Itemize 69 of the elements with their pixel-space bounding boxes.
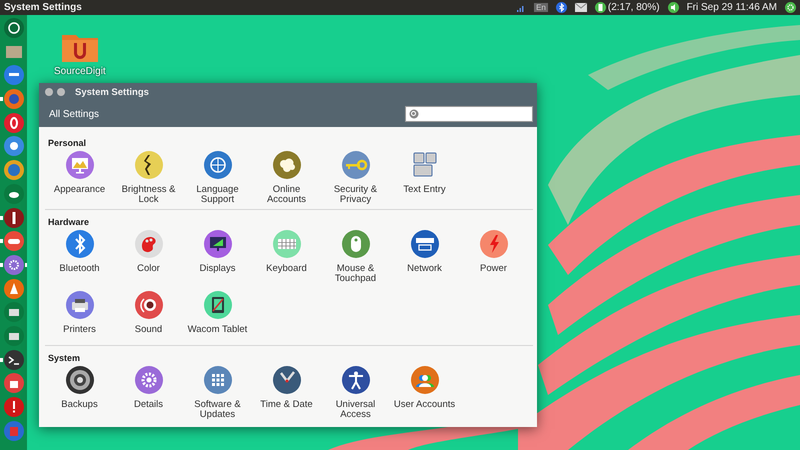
settings-item[interactable]: Security & Privacy bbox=[321, 151, 390, 205]
settings-item[interactable]: Wacom Tablet bbox=[183, 291, 252, 341]
battery-icon[interactable] bbox=[594, 2, 606, 13]
section-heading: Hardware bbox=[48, 217, 90, 227]
grid-icon bbox=[204, 366, 232, 394]
clock[interactable]: Fri Sep 29 11:46 AM bbox=[686, 2, 777, 13]
settings-item[interactable]: Color bbox=[114, 230, 183, 284]
section-heading: Personal bbox=[48, 138, 86, 148]
keycaps-icon bbox=[410, 151, 438, 179]
cloud-icon bbox=[272, 151, 300, 179]
settings-item[interactable]: Universal Access bbox=[321, 366, 390, 420]
disc-icon bbox=[66, 366, 94, 394]
gear-icon[interactable] bbox=[4, 254, 24, 275]
app-title: System Settings bbox=[4, 2, 83, 13]
search-icon bbox=[409, 109, 419, 119]
globe-icon bbox=[204, 151, 232, 179]
power-icon[interactable] bbox=[785, 2, 796, 13]
keyboard-layout[interactable]: En bbox=[534, 3, 548, 12]
people-icon bbox=[410, 366, 438, 394]
volume-icon[interactable] bbox=[668, 2, 679, 13]
key-icon bbox=[342, 151, 370, 179]
mail-icon[interactable] bbox=[574, 3, 587, 12]
crack-icon bbox=[134, 151, 162, 179]
drive-icon[interactable] bbox=[4, 326, 24, 346]
network-icon bbox=[410, 230, 438, 258]
settings-item[interactable]: Bluetooth bbox=[45, 230, 114, 284]
search-field[interactable] bbox=[405, 106, 533, 122]
minimize-button[interactable] bbox=[57, 88, 65, 96]
speaker-icon bbox=[134, 291, 162, 319]
settings-item[interactable]: Details bbox=[114, 366, 183, 420]
settings-item[interactable]: Backups bbox=[45, 366, 114, 420]
person-icon bbox=[342, 366, 370, 394]
printer-icon bbox=[66, 291, 94, 319]
drive-icon[interactable] bbox=[4, 302, 24, 322]
settings-item[interactable]: Printers bbox=[45, 291, 114, 341]
settings-item[interactable]: Brightness & Lock bbox=[114, 151, 183, 205]
settings-item[interactable]: Mouse & Touchpad bbox=[321, 230, 390, 284]
settings-item[interactable]: Language Support bbox=[183, 151, 252, 205]
close-button[interactable] bbox=[45, 88, 53, 96]
lightning-icon bbox=[480, 230, 508, 258]
settings-item[interactable]: Software & Updates bbox=[183, 366, 252, 420]
monitor-icon bbox=[66, 151, 94, 179]
settings-item[interactable]: Displays bbox=[183, 230, 252, 284]
palette-icon bbox=[134, 230, 162, 258]
window-title: System Settings bbox=[75, 86, 149, 98]
exclamation-icon[interactable] bbox=[4, 397, 24, 417]
battery-text: (2:17, 80%) bbox=[608, 2, 660, 13]
terminal-icon[interactable] bbox=[4, 350, 24, 370]
display-icon bbox=[204, 230, 232, 258]
clock-icon bbox=[272, 366, 300, 394]
bluetooth-icon[interactable] bbox=[556, 2, 567, 13]
section-heading: System bbox=[48, 353, 80, 363]
settings-item[interactable]: Appearance bbox=[45, 151, 114, 205]
settings-item[interactable]: Network bbox=[390, 230, 459, 284]
bluetooth-icon bbox=[66, 230, 94, 258]
settings-item[interactable]: User Accounts bbox=[390, 366, 459, 420]
all-settings-button[interactable]: All Settings bbox=[49, 108, 100, 120]
settings-item[interactable]: Sound bbox=[114, 291, 183, 341]
tablet-icon bbox=[204, 291, 232, 319]
settings-item[interactable]: Online Accounts bbox=[252, 151, 321, 205]
mouse-icon bbox=[342, 230, 370, 258]
settings-item[interactable]: Time & Date bbox=[252, 366, 321, 420]
settings-item[interactable]: Text Entry bbox=[390, 151, 459, 205]
gear-icon bbox=[134, 366, 162, 394]
cone-icon[interactable] bbox=[4, 278, 24, 299]
keyboard-icon bbox=[272, 230, 300, 258]
settings-item[interactable]: Power bbox=[459, 230, 528, 284]
ring-icon[interactable] bbox=[4, 112, 24, 133]
settings-item[interactable]: Keyboard bbox=[252, 230, 321, 284]
